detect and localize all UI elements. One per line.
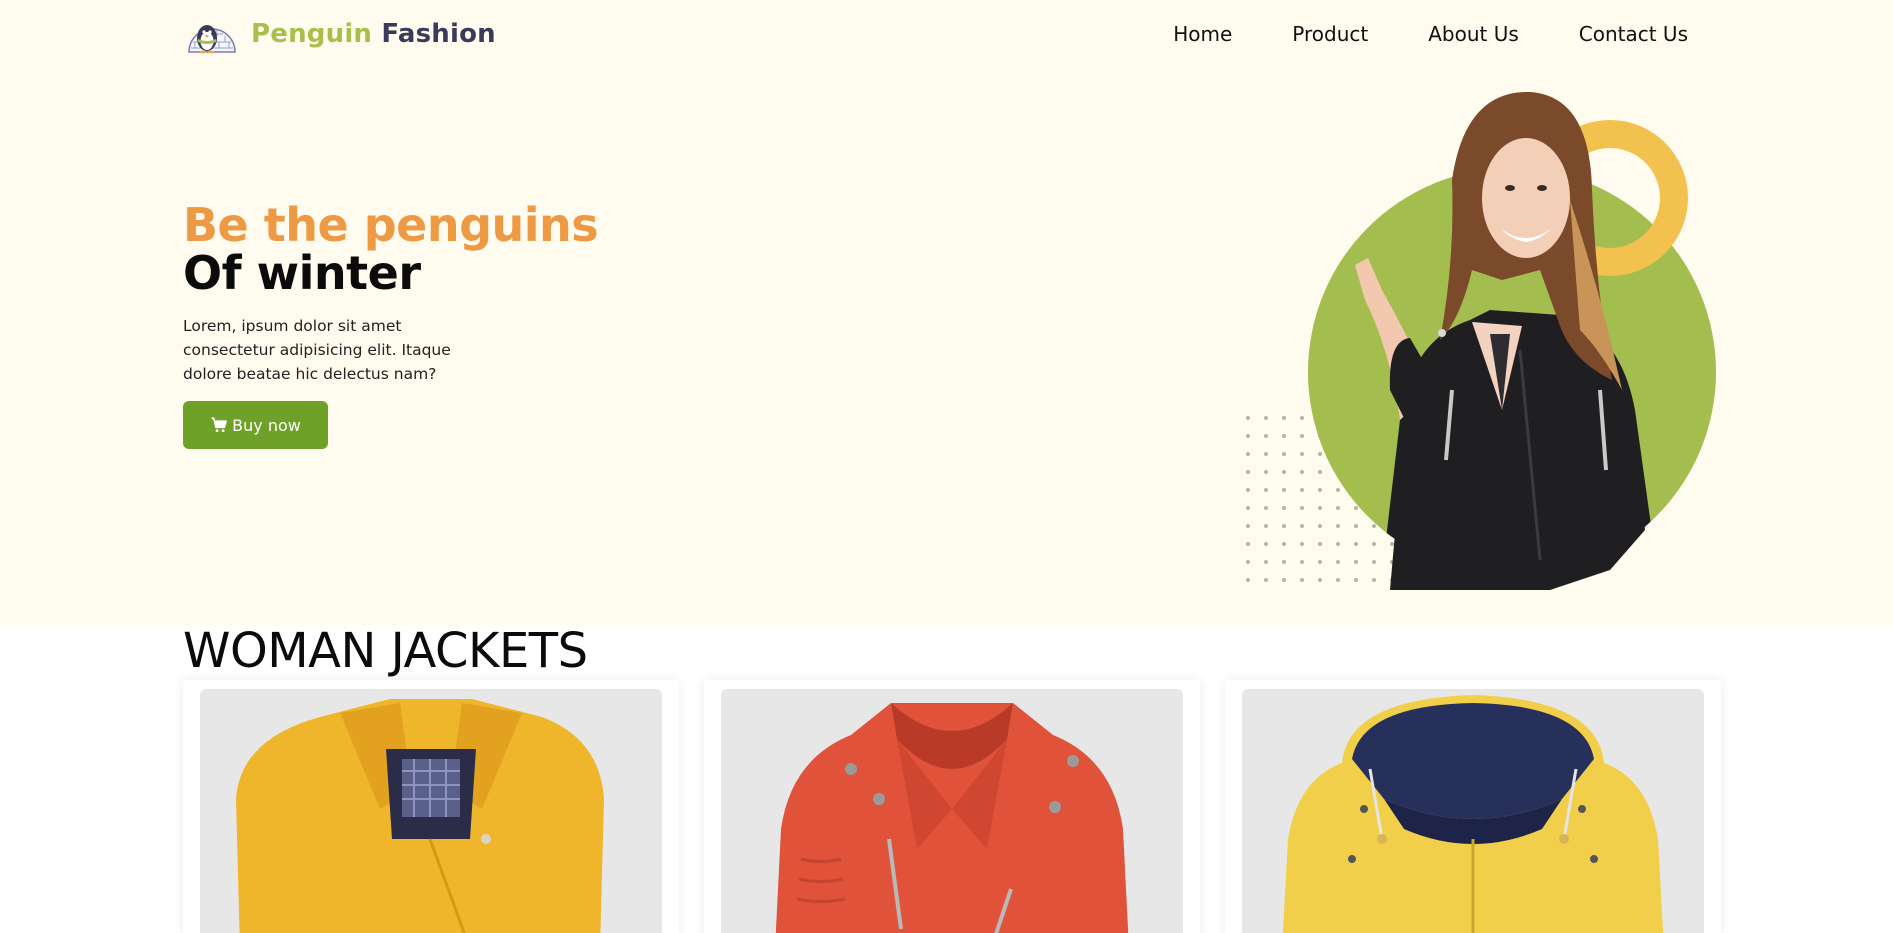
- penguin-igloo-icon: [188, 25, 236, 54]
- red-leather-jacket-image: [775, 703, 1129, 933]
- product-card[interactable]: [704, 680, 1200, 933]
- product-image-frame: [1242, 689, 1704, 933]
- brand-word-2: Fashion: [381, 19, 496, 49]
- product-card[interactable]: [1225, 680, 1721, 933]
- nav-contact-us[interactable]: Contact Us: [1579, 22, 1688, 46]
- brand-word-1: Penguin: [251, 19, 373, 49]
- yellow-rain-jacket-image: [1282, 695, 1664, 933]
- section-title: WOMAN JACKETS: [183, 623, 588, 679]
- buy-now-button[interactable]: Buy now: [183, 401, 328, 449]
- brand-name: Penguin Fashion: [251, 19, 496, 49]
- buy-now-label: Buy now: [232, 415, 301, 435]
- yellow-wool-coat-image: [236, 699, 604, 933]
- nav-about-us[interactable]: About Us: [1428, 22, 1519, 46]
- main-nav: Home Product About Us Contact Us: [1173, 22, 1688, 46]
- brand-logo[interactable]: Penguin Fashion: [183, 12, 496, 56]
- hero-description: Lorem, ipsum dolor sit amet consectetur …: [183, 317, 451, 383]
- product-image-frame: [721, 689, 1183, 933]
- nav-product[interactable]: Product: [1292, 22, 1368, 46]
- product-card[interactable]: [183, 680, 679, 933]
- woman-leather-jacket-image: [1246, 91, 1716, 590]
- hero-title-line-2: Of winter: [183, 246, 421, 300]
- product-image-frame: [200, 689, 662, 933]
- nav-home[interactable]: Home: [1173, 22, 1232, 46]
- cart-icon: [211, 417, 228, 433]
- hero-title-line-1: Be the penguins: [183, 198, 599, 252]
